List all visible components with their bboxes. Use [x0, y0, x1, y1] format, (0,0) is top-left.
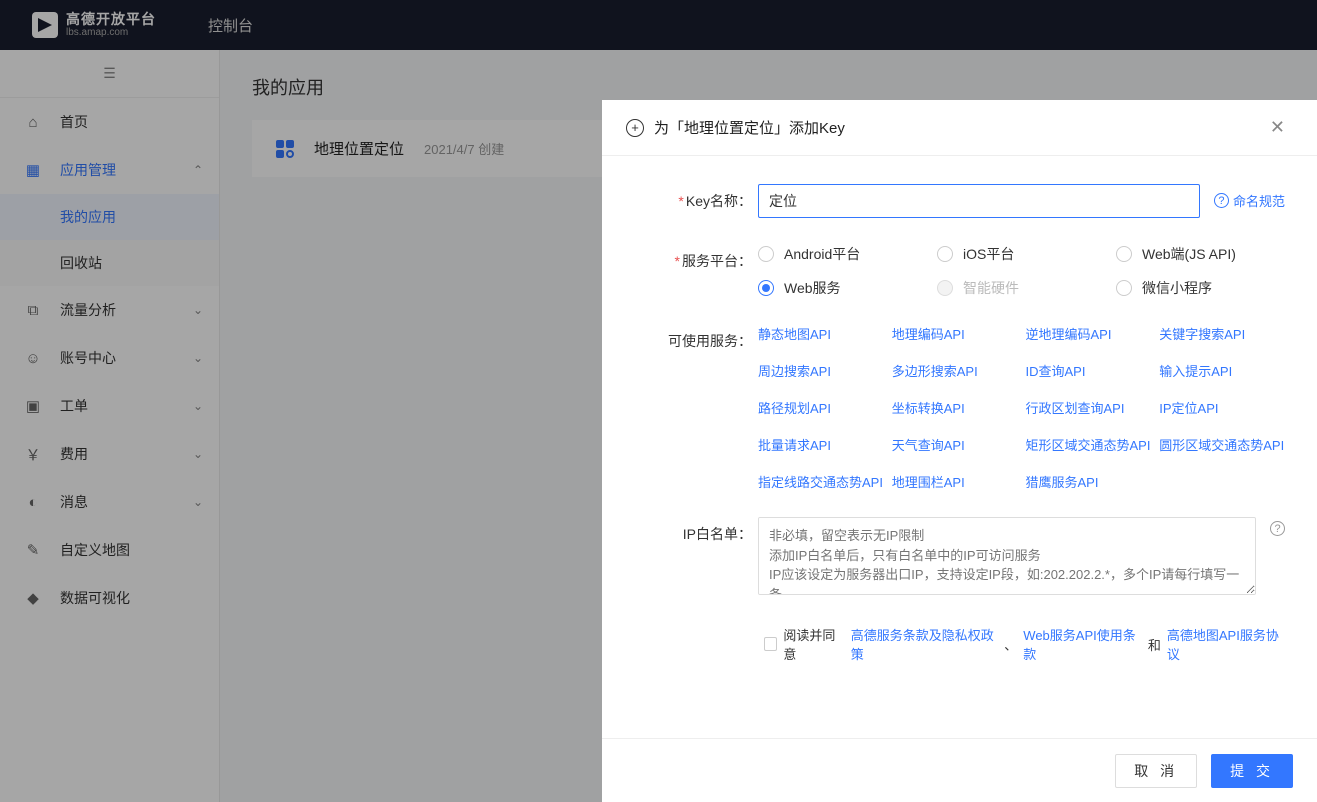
service-link[interactable]: IP定位API: [1159, 398, 1285, 417]
terms-link-1[interactable]: 高德服务条款及隐私权政策: [851, 625, 998, 663]
service-link[interactable]: 关键字搜索API: [1159, 324, 1285, 343]
add-key-modal: + 为「地理位置定位」添加Key ✕ *Key名称： ? 命名规范 *服务平台：: [602, 100, 1317, 802]
modal-footer: 取 消 提 交: [602, 738, 1317, 802]
plus-circle-icon: +: [626, 119, 644, 137]
services-grid: 静态地图API 地理编码API 逆地理编码API 关键字搜索API 周边搜索API 多边形…: [758, 324, 1285, 491]
terms-link-2[interactable]: Web服务API使用条款: [1023, 625, 1142, 663]
close-icon[interactable]: ✕: [1262, 113, 1293, 142]
radio-label: 智能硬件: [963, 278, 1019, 298]
service-link[interactable]: ID查询API: [1026, 361, 1152, 380]
service-link[interactable]: 多边形搜索API: [892, 361, 1018, 380]
question-circle-icon: ?: [1214, 193, 1229, 208]
label-services: 可使用服务：: [634, 324, 758, 491]
service-link[interactable]: 坐标转换API: [892, 398, 1018, 417]
service-link[interactable]: 地理编码API: [892, 324, 1018, 343]
service-link[interactable]: 输入提示API: [1159, 361, 1285, 380]
agreement-row: 阅读并同意 高德服务条款及隐私权政策 、 Web服务API使用条款 和 高德地图…: [764, 625, 1285, 663]
radio-icon: [1116, 280, 1132, 296]
key-name-input[interactable]: [758, 184, 1200, 218]
service-link[interactable]: 矩形区域交通态势API: [1026, 435, 1152, 454]
modal-body: *Key名称： ? 命名规范 *服务平台： Android平台 iOS平台 Web端…: [602, 156, 1317, 738]
service-link[interactable]: 圆形区域交通态势API: [1159, 435, 1285, 454]
service-link[interactable]: 行政区划查询API: [1026, 398, 1152, 417]
terms-link-3[interactable]: 高德地图API服务协议: [1167, 625, 1285, 663]
submit-button[interactable]: 提 交: [1211, 754, 1293, 788]
platform-radio-option[interactable]: Android平台: [758, 244, 927, 264]
service-link[interactable]: 猎鹰服务API: [1026, 472, 1152, 491]
platform-radio-option[interactable]: Web端(JS API): [1116, 244, 1285, 264]
service-link[interactable]: 逆地理编码API: [1026, 324, 1152, 343]
radio-icon: [937, 280, 953, 296]
label-platform: *服务平台：: [634, 244, 758, 298]
radio-icon: [937, 246, 953, 262]
agree-checkbox[interactable]: [764, 637, 777, 651]
question-circle-icon[interactable]: ?: [1270, 521, 1285, 536]
service-link[interactable]: 指定线路交通态势API: [758, 472, 884, 491]
service-link[interactable]: 批量请求API: [758, 435, 884, 454]
service-link[interactable]: 路径规划API: [758, 398, 884, 417]
label-ip-whitelist: IP白名单：: [634, 517, 758, 595]
naming-rules-link[interactable]: ? 命名规范: [1214, 184, 1285, 210]
modal-header: + 为「地理位置定位」添加Key ✕: [602, 100, 1317, 156]
platform-radio-option[interactable]: 微信小程序: [1116, 278, 1285, 298]
radio-icon: [758, 280, 774, 296]
radio-icon: [1116, 246, 1132, 262]
radio-label: 微信小程序: [1142, 278, 1212, 298]
radio-label: Web服务: [784, 278, 841, 298]
radio-label: Android平台: [784, 244, 860, 264]
modal-title: 为「地理位置定位」添加Key: [654, 117, 1262, 138]
platform-radio-option[interactable]: iOS平台: [937, 244, 1106, 264]
service-link[interactable]: 天气查询API: [892, 435, 1018, 454]
service-link[interactable]: 周边搜索API: [758, 361, 884, 380]
label-key-name: *Key名称：: [634, 184, 758, 218]
cancel-button[interactable]: 取 消: [1115, 754, 1197, 788]
ip-whitelist-textarea[interactable]: [758, 517, 1256, 595]
platform-radio-group: Android平台 iOS平台 Web端(JS API) Web服务 智能硬件 微信小程序: [758, 244, 1285, 298]
radio-label: Web端(JS API): [1142, 244, 1236, 264]
service-link[interactable]: 地理围栏API: [892, 472, 1018, 491]
service-link[interactable]: 静态地图API: [758, 324, 884, 343]
radio-icon: [758, 246, 774, 262]
platform-radio-option[interactable]: Web服务: [758, 278, 927, 298]
platform-radio-option: 智能硬件: [937, 278, 1106, 298]
radio-label: iOS平台: [963, 244, 1014, 264]
